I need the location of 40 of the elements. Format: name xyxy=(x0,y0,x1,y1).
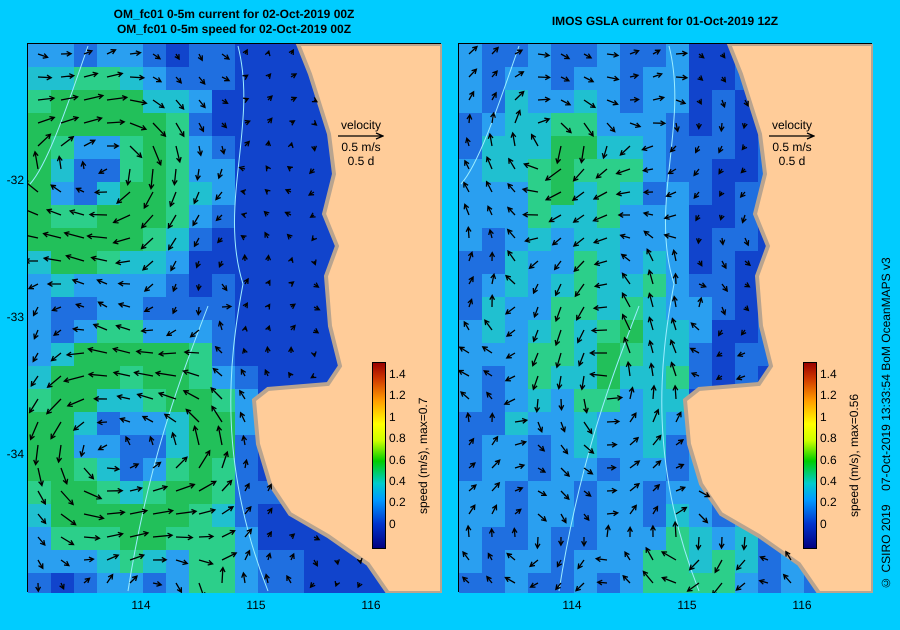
legend-title: velocity xyxy=(340,118,381,132)
map-title: IMOS GSLA current for 01-Oct-2019 12Z xyxy=(552,14,778,29)
colorbar-tick-label: 1 xyxy=(389,410,396,423)
colorbar-tick-label: 1 xyxy=(820,410,827,423)
credit-text: © CSIRO 2019 xyxy=(878,504,894,590)
colorbar-tick-label: 1.2 xyxy=(389,389,406,402)
map-title: OM_fc01 0-5m current for 02-Oct-2019 00Z xyxy=(114,6,354,22)
x-tick-label: 114 xyxy=(562,597,582,614)
map-title: OM_fc01 0-5m speed for 02-Oct-2019 00Z xyxy=(116,22,352,36)
arrow-icon xyxy=(769,132,815,140)
colorbar-tick-label: 0.4 xyxy=(820,475,837,487)
legend-scale: 0.5 m/s xyxy=(341,140,381,154)
x-tick-label: 114 xyxy=(131,597,151,614)
colorbar-tick-label: 0.6 xyxy=(820,454,837,466)
x-tick-label: 116 xyxy=(361,597,381,614)
colorbar-tick-label: 1.2 xyxy=(820,389,837,402)
colorbar-tick-label: 0.8 xyxy=(389,432,406,444)
y-tick-label: -33 xyxy=(6,309,24,326)
colorbar-tick-label: 0.2 xyxy=(820,496,837,508)
credit-text: 07-Oct-2019 13:33:54 BoM OceanMAPS v3 xyxy=(878,257,894,491)
legend-duration: 0.5 d xyxy=(348,154,374,168)
colorbar-tick-label: 0 xyxy=(820,518,827,530)
x-tick-label: 116 xyxy=(792,597,812,614)
colorbar-label: speed (m/s), max=0.7 xyxy=(416,396,430,516)
legend-duration: 0.5 d xyxy=(778,154,806,168)
colorbar-label: speed (m/s), max=0.56 xyxy=(847,392,861,520)
colorbar-tick-label: 0 xyxy=(389,518,396,530)
x-tick-label: 115 xyxy=(677,597,697,614)
colorbar-tick-label: 1.4 xyxy=(820,368,837,380)
arrow-icon xyxy=(338,132,384,140)
y-tick-label: -34 xyxy=(6,446,24,463)
y-tick-label: -32 xyxy=(6,172,24,189)
colorbar-tick-label: 0.2 xyxy=(389,496,406,508)
legend-title: velocity xyxy=(772,118,812,132)
colorbar-tick-label: 1.4 xyxy=(389,368,406,380)
colorbar-tick-label: 0.4 xyxy=(389,475,406,487)
colorbar-tick-label: 0.8 xyxy=(820,432,837,444)
legend-scale: 0.5 m/s xyxy=(772,140,812,154)
colorbar-tick-label: 0.6 xyxy=(389,454,406,466)
x-tick-label: 115 xyxy=(246,597,266,614)
